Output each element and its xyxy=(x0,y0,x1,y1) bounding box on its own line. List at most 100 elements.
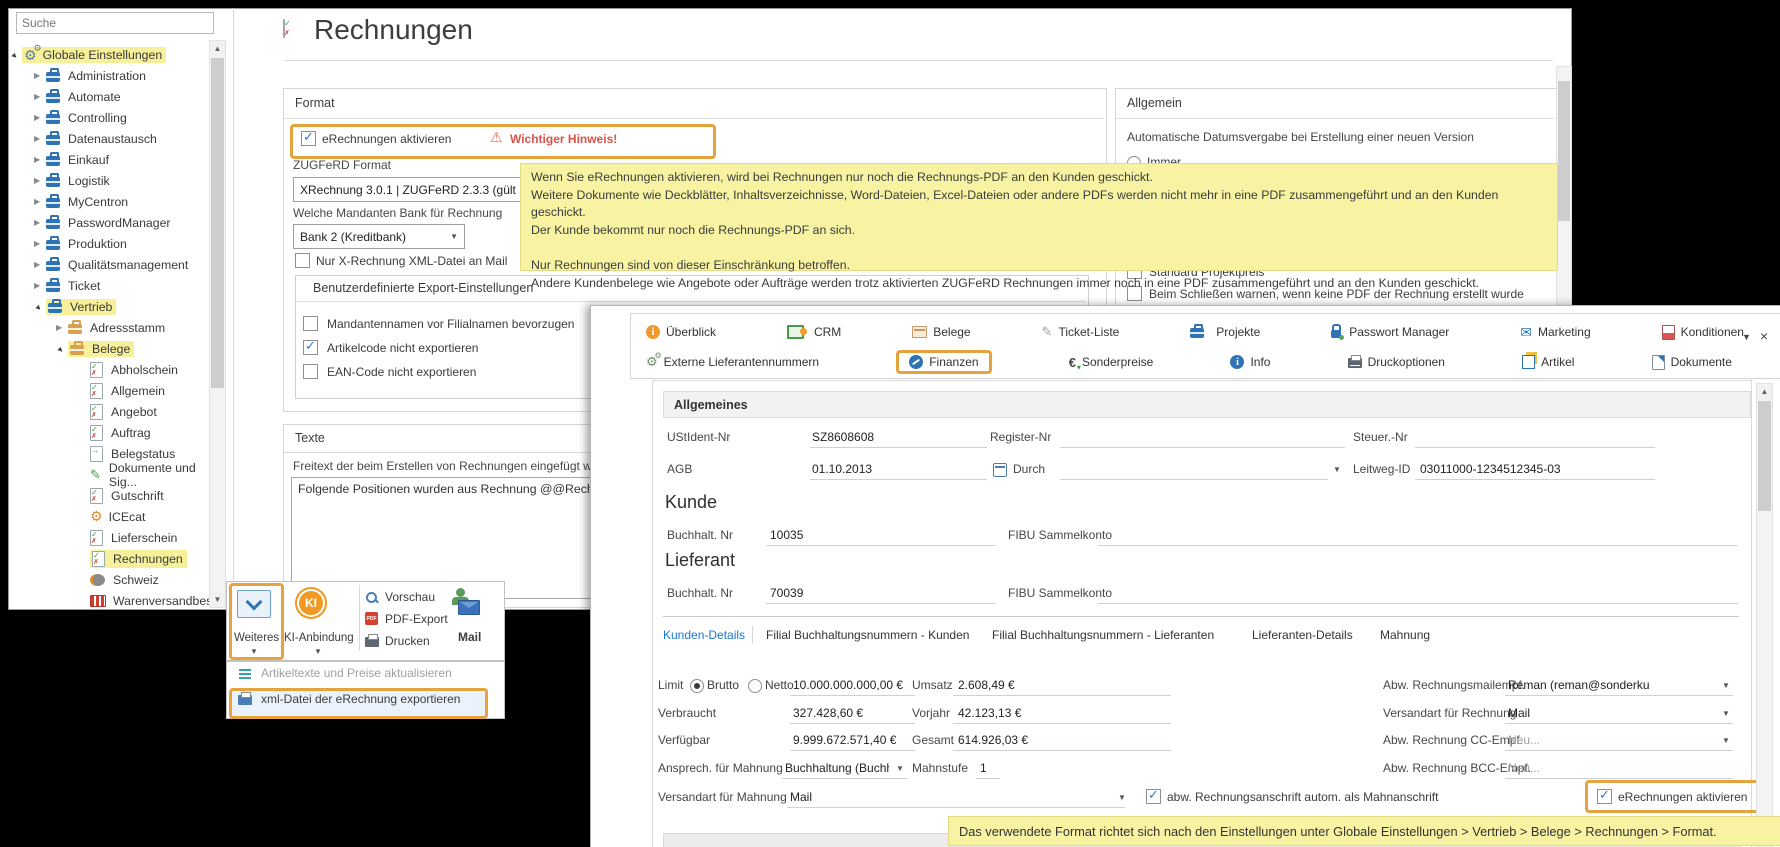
tree-item-rechnungen[interactable]: Rechnungen xyxy=(10,548,208,569)
pdf-export-button[interactable]: PDF-Export xyxy=(385,612,448,626)
durch-field[interactable] xyxy=(1060,479,1328,480)
vorjahr-value[interactable]: 42.123,13 € xyxy=(958,706,1021,720)
bank-select[interactable]: Bank 2 (Kreditbank)▼ xyxy=(293,224,465,249)
artikelcode-checkbox[interactable] xyxy=(303,340,318,355)
lieferant-buchhalt-field[interactable] xyxy=(766,603,996,604)
abw-cc-field[interactable] xyxy=(1505,750,1733,751)
mail-button[interactable]: Mail xyxy=(458,630,481,644)
verbraucht-value[interactable]: 327.428,60 € xyxy=(793,706,863,720)
tree-item-controlling[interactable]: ▶Controlling xyxy=(10,107,208,128)
abw-cc-value[interactable]: Neu... xyxy=(1508,733,1540,747)
tree-item-mycentron[interactable]: ▶MyCentron xyxy=(10,191,208,212)
tree-item-vertrieb[interactable]: ▼Vertrieb xyxy=(10,296,208,317)
subtab-mahnung[interactable]: Mahnung xyxy=(1380,628,1430,642)
erechnungen-checkbox[interactable] xyxy=(301,131,316,146)
ansprech-mahnung-field[interactable] xyxy=(782,778,908,779)
versandart-rechnung-field[interactable] xyxy=(1505,723,1733,724)
scrollbar-thumb[interactable] xyxy=(211,58,224,388)
tab-marketing[interactable]: ✉Marketing xyxy=(1520,324,1590,341)
detail-scrollbar[interactable]: ▲ xyxy=(1756,383,1773,847)
tree-item-logistik[interactable]: ▶Logistik xyxy=(10,170,208,191)
mahnstufe-value[interactable]: 1 xyxy=(980,761,987,775)
tab-projekte[interactable]: Projekte xyxy=(1190,325,1260,339)
tab-druckoptionen[interactable]: Druckoptionen xyxy=(1348,355,1445,369)
tab-belege[interactable]: Belege xyxy=(912,325,970,339)
tree-item-produktion[interactable]: ▶Produktion xyxy=(10,233,208,254)
tree-item-icecat[interactable]: ⚙ICEcat xyxy=(10,506,208,527)
tree-item-einkauf[interactable]: ▶Einkauf xyxy=(10,149,208,170)
tab-passwort-manager[interactable]: Passwort Manager xyxy=(1331,325,1449,339)
erechnungen-detail-checkbox[interactable] xyxy=(1597,789,1612,804)
tab-info[interactable]: iInfo xyxy=(1230,355,1270,369)
tree-item-automate[interactable]: ▶Automate xyxy=(10,86,208,107)
subtab-filial-kunden[interactable]: Filial Buchhaltungsnummern - Kunden xyxy=(766,628,969,642)
scroll-up-icon[interactable]: ▲ xyxy=(1757,384,1772,399)
register-field[interactable] xyxy=(1060,447,1345,448)
tree-item-lieferschein[interactable]: Lieferschein xyxy=(10,527,208,548)
tree-item-administration[interactable]: ▶Administration xyxy=(10,65,208,86)
tab-finanzen[interactable]: Finanzen xyxy=(896,350,991,374)
scroll-up-icon[interactable]: ▲ xyxy=(210,41,225,56)
abw-anschrift-checkbox[interactable] xyxy=(1146,789,1161,804)
menu-item-artikeltexte[interactable]: Artikeltexte und Preise aktualisieren xyxy=(261,666,452,680)
verfuegbar-field[interactable] xyxy=(790,750,915,751)
lieferant-buchhalt-value[interactable]: 70039 xyxy=(770,586,803,600)
tab-ticket-liste[interactable]: ✎Ticket-Liste xyxy=(1042,324,1120,340)
verfuegbar-value[interactable]: 9.999.672.571,40 € xyxy=(793,733,896,747)
scrollbar-thumb[interactable] xyxy=(1758,401,1771,511)
tree-item-auftrag[interactable]: Auftrag xyxy=(10,422,208,443)
wichtiger-hinweis-link[interactable]: Wichtiger Hinweis! xyxy=(510,132,617,146)
tree-item-passwordmanager[interactable]: ▶PasswordManager xyxy=(10,212,208,233)
eancode-checkbox[interactable] xyxy=(303,364,318,379)
steuer-field[interactable] xyxy=(1415,447,1655,448)
subtab-filial-lieferanten[interactable]: Filial Buchhaltungsnummern - Lieferanten xyxy=(992,628,1214,642)
tree-item-adressstamm[interactable]: ▶Adressstamm xyxy=(10,317,208,338)
versandart-rechnung-value[interactable]: Mail xyxy=(1508,706,1530,720)
limit-field[interactable] xyxy=(790,695,915,696)
abw-mailempf-field[interactable] xyxy=(1505,695,1733,696)
chevron-down-icon[interactable]: ▼ xyxy=(1118,793,1126,802)
tree-item-warenversandbestaetigung[interactable]: Warenversandbestä xyxy=(10,590,208,611)
tree-item-abholschein[interactable]: Abholschein xyxy=(10,359,208,380)
chevron-down-icon[interactable]: ▼ xyxy=(314,647,322,656)
versandart-mahnung-value[interactable]: Mail xyxy=(790,790,812,804)
calendar-icon[interactable] xyxy=(993,463,1007,477)
xml-only-checkbox[interactable] xyxy=(295,253,310,268)
lieferant-fibu-field[interactable] xyxy=(1098,603,1738,604)
search-input[interactable] xyxy=(16,12,214,34)
menu-item-xml-export[interactable]: xml-Datei der eRechnung exportieren xyxy=(261,692,460,706)
chevron-down-icon[interactable]: ▼ xyxy=(896,764,904,773)
leitweg-value[interactable]: 03011000-1234512345-03 xyxy=(1420,462,1561,476)
agb-value[interactable]: 01.10.2013 xyxy=(812,462,872,476)
agb-field[interactable] xyxy=(810,479,987,480)
leitweg-field[interactable] xyxy=(1415,479,1655,480)
ki-anbindung-button[interactable]: KI-Anbindung xyxy=(284,632,354,644)
ustident-field[interactable] xyxy=(810,447,987,448)
scrollbar-thumb[interactable] xyxy=(1558,81,1570,221)
kunde-buchhalt-value[interactable]: 10035 xyxy=(770,528,803,542)
gesamt-field[interactable] xyxy=(953,750,1171,751)
tree-item-allgemein[interactable]: Allgemein xyxy=(10,380,208,401)
limit-value[interactable]: 10.000.000.000,00 € xyxy=(793,678,903,692)
verbraucht-field[interactable] xyxy=(790,723,915,724)
tree-scrollbar[interactable]: ▲ ▼ xyxy=(209,40,226,608)
weiteres-button[interactable]: Weiteres xyxy=(234,632,279,644)
tree-item-datenaustausch[interactable]: ▶Datenaustausch xyxy=(10,128,208,149)
ansprech-mahnung-value[interactable]: Buchhaltung (Buchhaltung@ xyxy=(785,761,889,775)
tab-sonderpreise[interactable]: €Sonderpreise xyxy=(1069,355,1154,370)
vorjahr-field[interactable] xyxy=(953,723,1171,724)
window-dropdown-icon[interactable]: ▼ xyxy=(1742,332,1751,342)
umsatz-value[interactable]: 2.608,49 € xyxy=(958,678,1015,692)
abw-bcc-field[interactable] xyxy=(1505,778,1733,779)
chevron-down-icon[interactable]: ▼ xyxy=(1722,709,1730,718)
tab-crm[interactable]: CRM xyxy=(787,325,841,339)
chevron-down-icon[interactable]: ▼ xyxy=(1722,681,1730,690)
vorschau-button[interactable]: Vorschau xyxy=(385,590,435,604)
subtab-kunden-details[interactable]: Kunden-Details xyxy=(663,628,745,642)
kunde-fibu-field[interactable] xyxy=(1098,545,1738,546)
tab-dokumente[interactable]: Dokumente xyxy=(1652,355,1732,370)
drucken-button[interactable]: Drucken xyxy=(385,634,430,648)
tree-item-schweiz[interactable]: Schweiz xyxy=(10,569,208,590)
abw-bcc-value[interactable]: Neu... xyxy=(1508,761,1540,775)
tree-item-ticket[interactable]: ▶Ticket xyxy=(10,275,208,296)
